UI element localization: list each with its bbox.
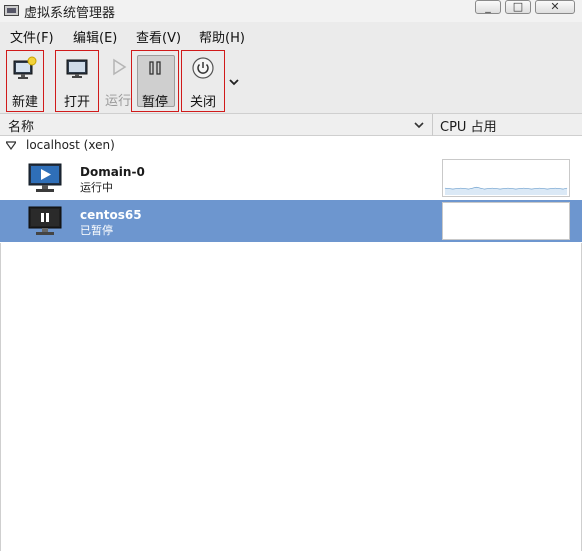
power-icon [192, 57, 214, 79]
cpu-usage-graph [442, 159, 570, 197]
open-label: 打开 [63, 95, 90, 110]
vm-list-empty-area[interactable] [0, 243, 582, 551]
vm-name: Domain-0 [80, 165, 145, 179]
pause-screen-icon [28, 206, 62, 235]
vm-row-domain-0[interactable]: Domain-0 运行中 [0, 157, 582, 199]
pause-icon [149, 61, 161, 75]
menu-help[interactable]: 帮助(H) [199, 27, 245, 46]
vm-status: 运行中 [80, 181, 113, 194]
cpu-usage-graph [442, 202, 570, 240]
vm-name: centos65 [80, 208, 142, 222]
pause-label: 暂停 [141, 95, 168, 110]
open-button[interactable]: 打开 [55, 50, 99, 112]
new-button[interactable]: 新建 [6, 50, 44, 112]
shutdown-button[interactable]: 关闭 [181, 50, 225, 112]
toolbar: 新建 打开 运行 暂停 关闭 [0, 46, 582, 114]
column-divider[interactable] [432, 114, 433, 136]
maximize-button[interactable]: □ [505, 0, 531, 14]
chevron-down-icon[interactable] [228, 76, 240, 88]
maximize-icon: □ [512, 0, 524, 13]
column-cpu-usage[interactable]: CPU 占用 [440, 116, 497, 135]
app-icon [4, 5, 19, 16]
menu-edit[interactable]: 编辑(E) [73, 27, 117, 46]
run-button[interactable]: 运行 [103, 50, 133, 112]
play-screen-icon [28, 163, 62, 192]
menu-file[interactable]: 文件(F) [10, 27, 54, 46]
play-icon [113, 58, 127, 76]
minimize-button[interactable]: _ [475, 0, 501, 14]
title-bar: 虚拟系统管理器 _ □ ✕ [0, 0, 582, 22]
vm-row-centos65[interactable]: centos65 已暂停 [0, 200, 582, 242]
shutdown-label: 关闭 [189, 95, 216, 110]
close-icon: ✕ [550, 0, 560, 13]
new-label: 新建 [11, 95, 38, 110]
chevron-down-icon[interactable] [412, 118, 426, 132]
host-row[interactable]: localhost (xen) [0, 136, 582, 156]
monitor-icon [66, 59, 88, 78]
pause-button[interactable]: 暂停 [131, 50, 179, 112]
column-header: 名称 CPU 占用 [0, 114, 582, 136]
vm-status: 已暂停 [80, 224, 113, 237]
new-vm-icon [13, 56, 37, 79]
minimize-icon: _ [485, 0, 491, 13]
host-label: localhost (xen) [26, 138, 115, 152]
run-label: 运行 [104, 94, 131, 109]
column-name[interactable]: 名称 [8, 116, 34, 135]
menu-view[interactable]: 查看(V) [136, 27, 181, 46]
window-title: 虚拟系统管理器 [24, 6, 116, 21]
menu-bar: 文件(F) 编辑(E) 查看(V) 帮助(H) [0, 22, 582, 46]
close-button[interactable]: ✕ [535, 0, 575, 14]
expander-down-icon[interactable] [6, 141, 16, 151]
